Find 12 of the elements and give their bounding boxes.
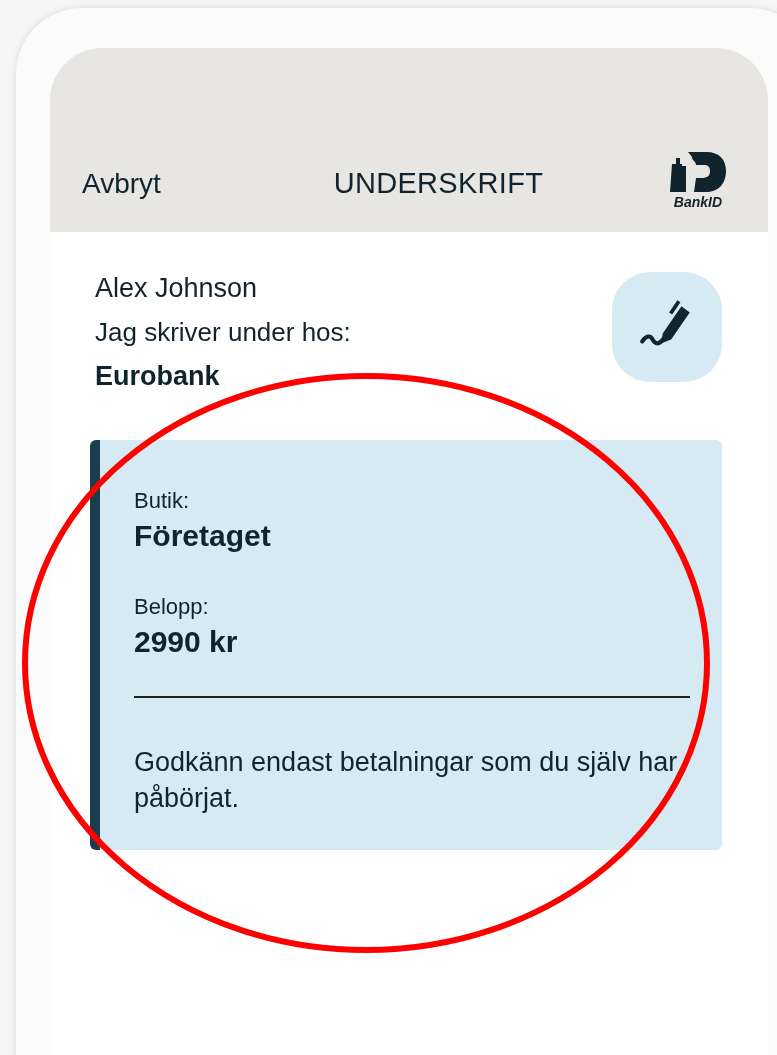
field-value: 2990 kr bbox=[134, 624, 239, 660]
warning-text: Godkänn endast betalningar som du själv har påbörjat. bbox=[134, 746, 679, 815]
cancel-button[interactable]: Avbryt bbox=[82, 168, 161, 200]
field-label: Butik: bbox=[134, 487, 191, 515]
field-value: Företaget bbox=[134, 518, 272, 554]
screen-title: UNDERSKRIFT bbox=[333, 167, 544, 200]
field-label: Belopp: bbox=[134, 593, 210, 621]
logo-text: BankID bbox=[673, 194, 723, 210]
id-logo-icon bbox=[668, 150, 728, 194]
signer-name: Alex Johnson bbox=[95, 272, 259, 305]
intro-text: Jag skriver under hos: bbox=[95, 316, 351, 349]
party-name: Eurobank bbox=[95, 360, 221, 393]
